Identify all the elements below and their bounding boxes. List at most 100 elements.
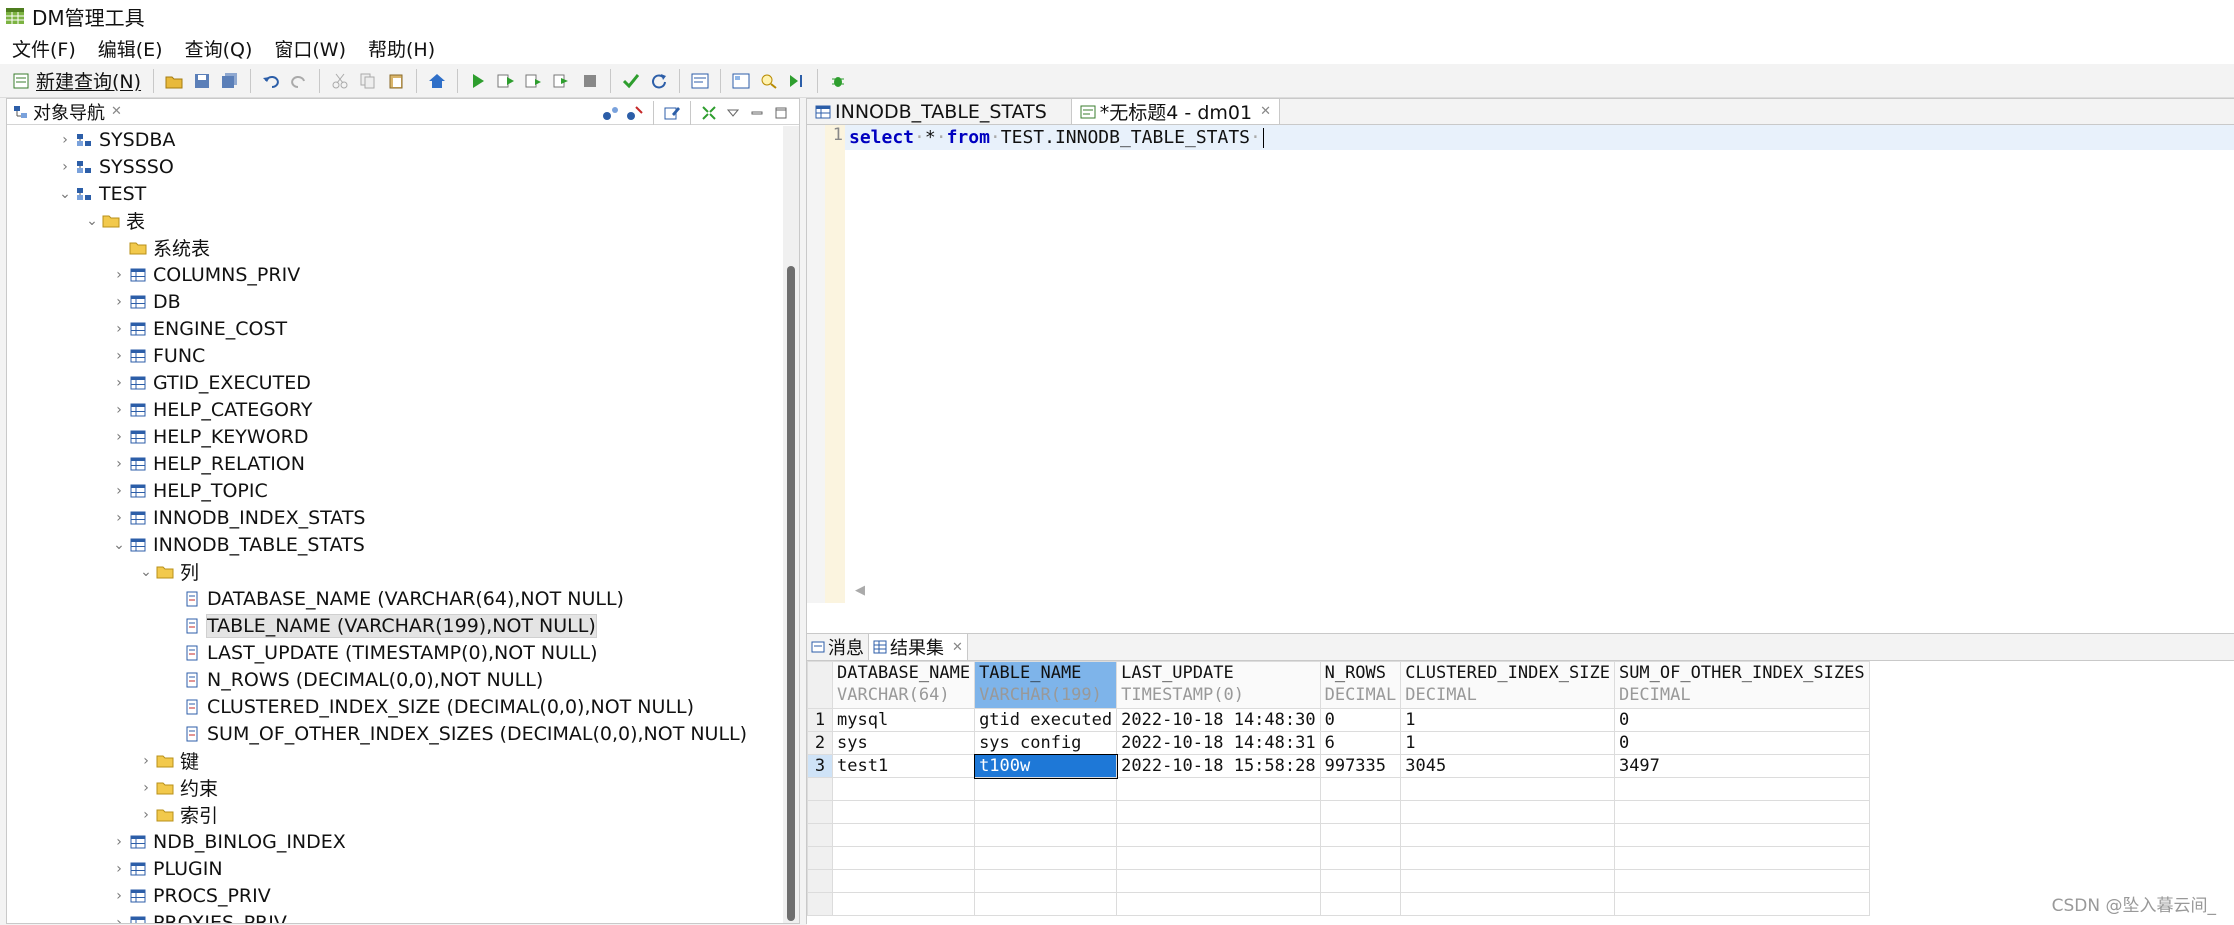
table-cell[interactable]: 2022-10-18 14:48:31	[1116, 731, 1321, 755]
new-query-button[interactable]: 新建查询(N)	[12, 67, 141, 94]
connect-icon[interactable]	[602, 104, 620, 122]
close-icon[interactable]: ✕	[952, 640, 963, 655]
table-cell[interactable]: 6	[1319, 731, 1402, 755]
table-cell[interactable]: test1	[831, 754, 976, 778]
column-header[interactable]: CLUSTERED_INDEX_SIZE DECIMAL	[1400, 661, 1615, 709]
save-all-icon[interactable]	[219, 70, 241, 92]
chevron-right-icon[interactable]: ›	[111, 429, 127, 445]
tree-item[interactable]: · 系统表	[111, 234, 210, 261]
tree-item[interactable]: · SUM_OF_OTHER_INDEX_SIZES (DECIMAL(0,0),…	[165, 720, 747, 747]
undo-icon[interactable]	[260, 70, 282, 92]
tree-item[interactable]: › FUNC	[111, 342, 205, 369]
chevron-right-icon[interactable]: ›	[111, 915, 127, 924]
tree-item[interactable]: › PROCS_PRIV	[111, 882, 271, 909]
tab-messages[interactable]: 消息	[807, 634, 868, 660]
tree-item[interactable]: ⌄ 表	[84, 207, 145, 234]
debug-run-icon[interactable]	[551, 70, 573, 92]
chevron-right-icon[interactable]: ›	[111, 402, 127, 418]
row-number[interactable]: 3	[807, 754, 833, 778]
tree-item[interactable]: › SYSDBA	[57, 126, 175, 153]
tree-item[interactable]: › GTID_EXECUTED	[111, 369, 311, 396]
row-number[interactable]: 1	[807, 708, 833, 732]
redo-icon[interactable]	[288, 70, 310, 92]
tree-item[interactable]: › NDB_BINLOG_INDEX	[111, 828, 346, 855]
tree-item[interactable]: · CLUSTERED_INDEX_SIZE (DECIMAL(0,0),NOT …	[165, 693, 694, 720]
open-icon[interactable]	[163, 70, 185, 92]
tab-untitled-query[interactable]: *无标题4 - dm01 ✕	[1070, 98, 1280, 124]
run-to-cursor-icon[interactable]	[786, 70, 808, 92]
collapse-all-icon[interactable]	[700, 104, 718, 122]
row-number[interactable]: 2	[807, 731, 833, 755]
explain-icon[interactable]	[689, 70, 711, 92]
table-cell[interactable]: sys	[831, 731, 976, 755]
tree-item[interactable]: · DATABASE_NAME (VARCHAR(64),NOT NULL)	[165, 585, 624, 612]
tree-item[interactable]: › PLUGIN	[111, 855, 222, 882]
rollback-icon[interactable]	[648, 70, 670, 92]
table-row[interactable]: 1 mysql gtid executed 2022-10-18 14:48:3…	[807, 708, 1870, 732]
tab-result-set[interactable]: 结果集 ✕	[868, 633, 968, 660]
chevron-right-icon[interactable]: ›	[111, 321, 127, 337]
tree-item[interactable]: › PROXIES_PRIV	[111, 909, 287, 923]
tree-item[interactable]: › INNODB_INDEX_STATS	[111, 504, 365, 531]
execute-step-icon[interactable]	[495, 70, 517, 92]
tree-item[interactable]: › DB	[111, 288, 180, 315]
tab-object-navigator[interactable]: 对象导航 ✕	[7, 99, 128, 125]
table-cell[interactable]: gtid executed	[974, 708, 1118, 732]
table-cell[interactable]: 2022-10-18 15:58:28	[1116, 754, 1321, 778]
tree-item[interactable]: › HELP_TOPIC	[111, 477, 268, 504]
search-icon[interactable]	[758, 70, 780, 92]
menu-edit[interactable]: 编辑(E)	[98, 35, 163, 62]
table-cell[interactable]: 2022-10-18 14:48:30	[1116, 708, 1321, 732]
table-cell[interactable]: 3045	[1400, 754, 1615, 778]
tree-item[interactable]: › ENGINE_COST	[111, 315, 287, 342]
tree-item[interactable]: › HELP_KEYWORD	[111, 423, 308, 450]
table-cell[interactable]: 3497	[1613, 754, 1870, 778]
code-line[interactable]: select·*·from·TEST.INNODB_TABLE_STATS·	[845, 125, 2234, 150]
scroll-left-icon[interactable]: ◀	[855, 583, 865, 598]
table-cell[interactable]: 0	[1319, 708, 1402, 732]
close-icon[interactable]: ✕	[1260, 104, 1271, 119]
table-cell[interactable]: 0	[1613, 708, 1870, 732]
table-cell[interactable]: 1	[1400, 731, 1615, 755]
column-header[interactable]: LAST_UPDATE TIMESTAMP(0)	[1116, 661, 1321, 709]
table-cell[interactable]: mysql	[831, 708, 976, 732]
chevron-right-icon[interactable]: ›	[111, 510, 127, 526]
copy-icon[interactable]	[357, 70, 379, 92]
execute-script-icon[interactable]	[523, 70, 545, 92]
chevron-right-icon[interactable]: ›	[138, 753, 154, 769]
selected-cell[interactable]: t100w	[973, 753, 1118, 779]
tree-item[interactable]: › 约束	[138, 774, 218, 801]
view-menu-icon[interactable]	[724, 104, 742, 122]
chevron-down-icon[interactable]: ⌄	[138, 564, 154, 580]
chevron-right-icon[interactable]: ›	[111, 294, 127, 310]
chevron-right-icon[interactable]: ›	[57, 159, 73, 175]
stop-icon[interactable]	[579, 70, 601, 92]
debug-icon[interactable]	[827, 70, 849, 92]
tree-item[interactable]: › 键	[138, 747, 199, 774]
sql-editor[interactable]: 1 select·*·from·TEST.INNODB_TABLE_STATS·…	[807, 125, 2234, 603]
disconnect-icon[interactable]	[626, 104, 644, 122]
save-icon[interactable]	[191, 70, 213, 92]
chevron-right-icon[interactable]: ›	[111, 267, 127, 283]
table-cell[interactable]: 997335	[1319, 754, 1402, 778]
tree-item[interactable]: ⌄ INNODB_TABLE_STATS	[111, 531, 365, 558]
tree-vertical-scrollbar[interactable]	[783, 126, 799, 923]
menu-help[interactable]: 帮助(H)	[368, 35, 435, 62]
commit-icon[interactable]	[620, 70, 642, 92]
menu-window[interactable]: 窗口(W)	[274, 35, 346, 62]
table-row[interactable]: 2 sys sys config 2022-10-18 14:48:31 6 1…	[807, 731, 1870, 755]
chevron-right-icon[interactable]: ›	[111, 483, 127, 499]
tree-item[interactable]: · N_ROWS (DECIMAL(0,0),NOT NULL)	[165, 666, 543, 693]
minimize-icon[interactable]	[748, 104, 766, 122]
tree-item[interactable]: › COLUMNS_PRIV	[111, 261, 300, 288]
editor-horizontal-scrollbar[interactable]: ◀	[845, 583, 2234, 601]
tree-item[interactable]: ⌄ 列	[138, 558, 199, 585]
table-row[interactable]: 3 test1 t100w 2022-10-18 15:58:28 997335…	[807, 753, 1870, 779]
tree-item[interactable]: › HELP_CATEGORY	[111, 396, 312, 423]
menu-file[interactable]: 文件(F)	[12, 35, 76, 62]
scrollbar-thumb[interactable]	[787, 266, 795, 921]
chevron-down-icon[interactable]: ⌄	[111, 537, 127, 553]
chevron-down-icon[interactable]: ⌄	[57, 186, 73, 202]
chevron-right-icon[interactable]: ›	[138, 780, 154, 796]
column-header[interactable]: N_ROWS DECIMAL	[1319, 661, 1402, 709]
